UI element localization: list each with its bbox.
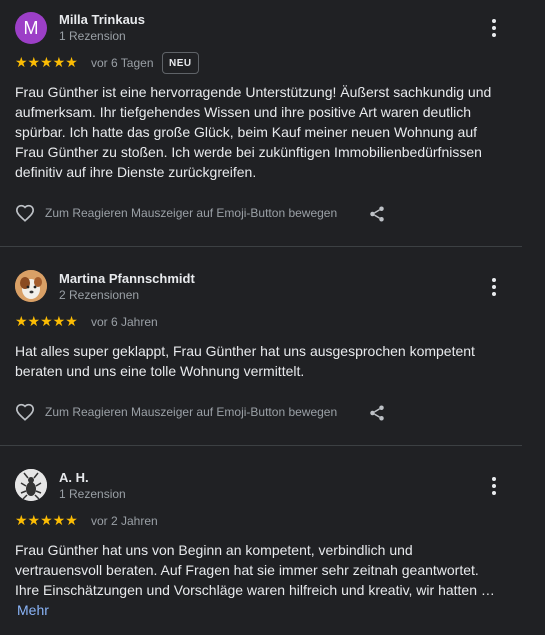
react-button[interactable]: Zum Reagieren Mauszeiger auf Emoji-Butto… bbox=[15, 204, 337, 222]
avatar[interactable] bbox=[15, 469, 47, 501]
dot-icon bbox=[492, 477, 496, 481]
beetle-icon bbox=[15, 469, 47, 501]
review-time: vor 6 Jahren bbox=[91, 315, 158, 329]
dot-icon bbox=[492, 33, 496, 37]
reviewer-name[interactable]: Martina Pfannschmidt bbox=[59, 271, 195, 286]
star-rating: ★★★★★ bbox=[15, 512, 78, 528]
dot-icon bbox=[492, 26, 496, 30]
heart-icon bbox=[15, 403, 35, 421]
share-icon[interactable] bbox=[368, 404, 386, 422]
dot-icon bbox=[492, 491, 496, 495]
react-label: Zum Reagieren Mauszeiger auf Emoji-Butto… bbox=[45, 405, 338, 419]
reviewer-name[interactable]: Milla Trinkaus bbox=[59, 12, 145, 27]
reviewer-meta: 2 Rezensionen bbox=[59, 288, 140, 302]
star-rating: ★★★★★ bbox=[15, 54, 78, 70]
react-button[interactable]: Zum Reagieren Mauszeiger auf Emoji-Butto… bbox=[15, 403, 337, 421]
avatar[interactable] bbox=[15, 270, 47, 302]
dot-icon bbox=[492, 278, 496, 282]
review-time: vor 2 Jahren bbox=[91, 514, 158, 528]
divider bbox=[0, 445, 522, 446]
avatar[interactable]: M bbox=[15, 12, 47, 44]
share-icon[interactable] bbox=[368, 205, 386, 223]
review-text: Hat alles super geklappt, Frau Günther h… bbox=[15, 343, 475, 379]
review-text: Frau Günther hat uns von Beginn an kompe… bbox=[15, 540, 500, 620]
more-options-button[interactable] bbox=[484, 276, 504, 298]
dog-photo-icon bbox=[15, 270, 47, 302]
react-label: Zum Reagieren Mauszeiger auf Emoji-Butto… bbox=[45, 206, 338, 220]
reviewer-meta: 1 Rezension bbox=[59, 29, 126, 43]
new-badge: NEU bbox=[162, 52, 199, 74]
more-options-button[interactable] bbox=[484, 17, 504, 39]
review-text-line: Frau Günther hat uns von Beginn an kompe… bbox=[15, 542, 479, 578]
review-text: Frau Günther ist eine hervorragende Unte… bbox=[15, 84, 492, 180]
more-link[interactable]: Mehr bbox=[17, 602, 49, 618]
dot-icon bbox=[492, 484, 496, 488]
divider bbox=[0, 246, 522, 247]
star-rating: ★★★★★ bbox=[15, 313, 78, 329]
review-time: vor 6 Tagen bbox=[91, 56, 154, 70]
dot-icon bbox=[492, 292, 496, 296]
heart-icon bbox=[15, 204, 35, 222]
more-options-button[interactable] bbox=[484, 475, 504, 497]
reviewer-name[interactable]: A. H. bbox=[59, 470, 89, 485]
reviewer-meta: 1 Rezension bbox=[59, 487, 126, 501]
avatar-letter: M bbox=[23, 17, 39, 38]
review-text-line: Ihre Einschätzungen und Vorschläge waren… bbox=[15, 582, 495, 598]
dot-icon bbox=[492, 19, 496, 23]
dot-icon bbox=[492, 285, 496, 289]
